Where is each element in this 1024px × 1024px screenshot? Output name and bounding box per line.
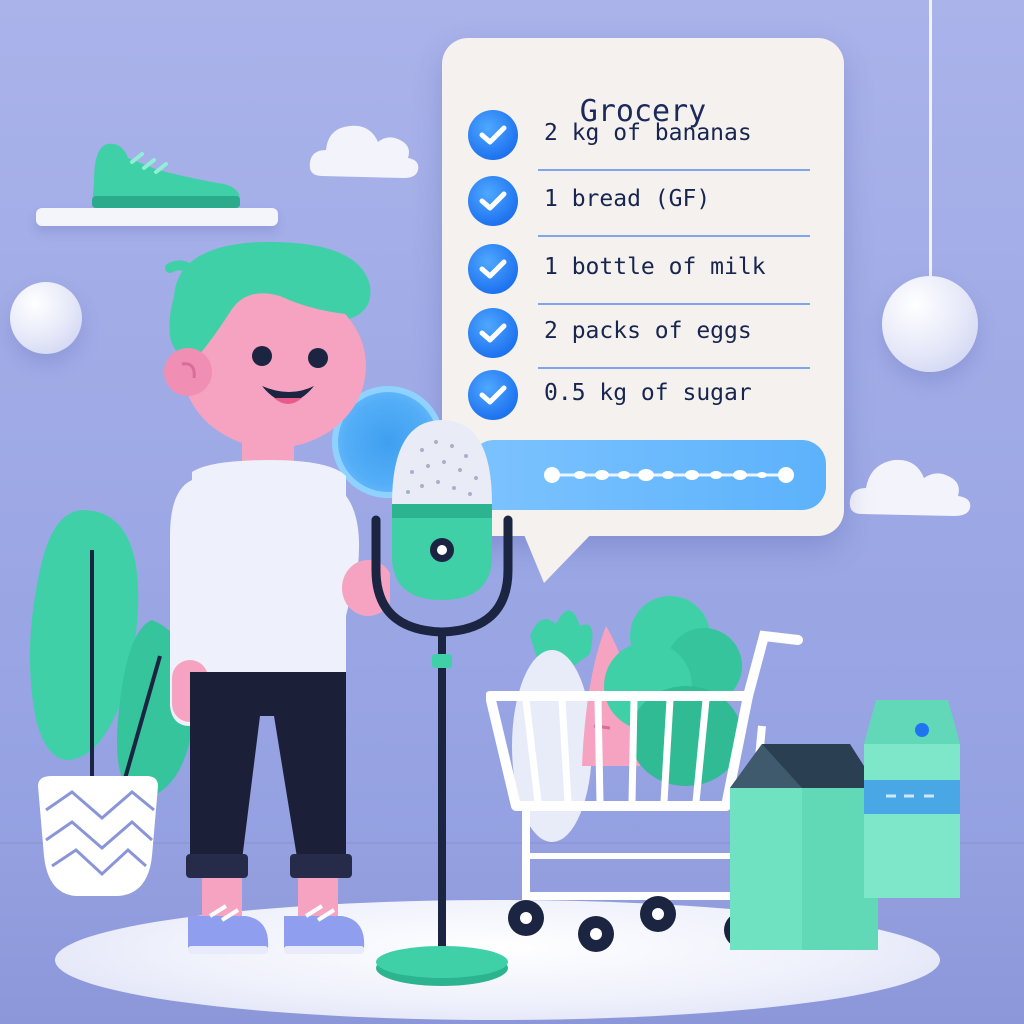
list-divider xyxy=(538,367,810,369)
voice-recording-bar[interactable] xyxy=(470,440,826,510)
bubble-tail xyxy=(520,525,600,583)
hanging-cord xyxy=(929,0,932,278)
voice-wave-icon xyxy=(544,467,794,483)
list-divider xyxy=(538,235,810,237)
list-item[interactable]: 0.5 kg of sugar xyxy=(468,370,808,420)
decorative-ball xyxy=(10,282,82,354)
check-circle-icon[interactable] xyxy=(468,110,518,160)
list-item[interactable]: 2 packs of eggs xyxy=(468,308,810,369)
list-item-label: 2 packs of eggs xyxy=(544,318,752,344)
shoe-icon xyxy=(92,143,240,208)
list-item[interactable]: 1 bottle of milk xyxy=(468,244,810,305)
cloud-icon xyxy=(849,459,971,516)
list-divider xyxy=(538,303,810,305)
wall-shelf xyxy=(36,208,278,226)
list-item-label: 1 bottle of milk xyxy=(544,254,766,280)
list-item[interactable]: 1 bread (GF) xyxy=(468,176,810,237)
check-circle-icon[interactable] xyxy=(468,308,518,358)
person-character xyxy=(164,241,390,954)
cloud-icon xyxy=(309,125,419,178)
list-divider xyxy=(538,169,810,171)
milk-carton xyxy=(864,700,960,898)
list-item-label: 2 kg of bananas xyxy=(544,120,752,146)
check-circle-icon[interactable] xyxy=(468,370,518,420)
list-item[interactable]: 2 kg of bananas xyxy=(468,110,810,171)
list-item-label: 0.5 kg of sugar xyxy=(544,380,752,406)
hanging-ball xyxy=(882,276,978,372)
list-item-label: 1 bread (GF) xyxy=(544,186,711,212)
check-circle-icon[interactable] xyxy=(468,176,518,226)
check-circle-icon[interactable] xyxy=(468,244,518,294)
illustration-scene: Grocery 2 kg of bananas 1 bread (GF) 1 b… xyxy=(0,0,1024,1024)
